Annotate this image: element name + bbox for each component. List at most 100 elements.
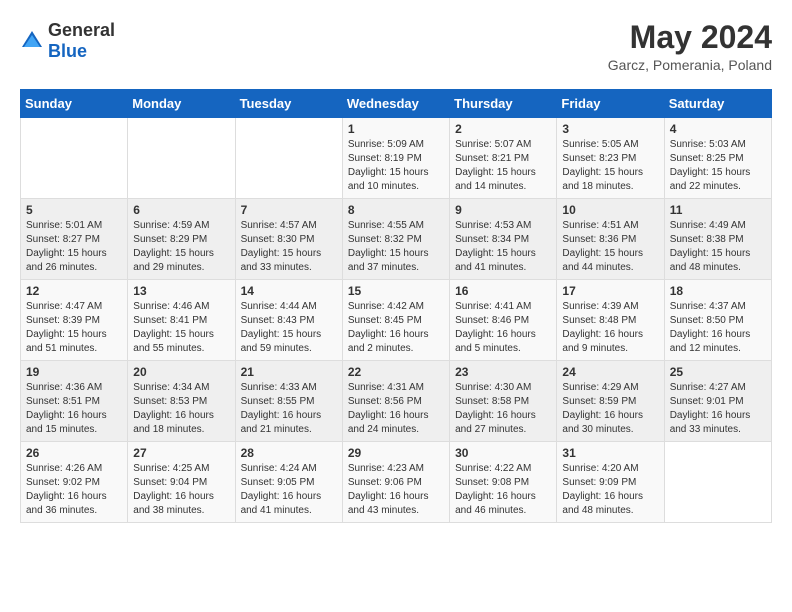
day-info: Sunrise: 5:01 AM Sunset: 8:27 PM Dayligh… (26, 219, 122, 275)
day-info: Sunrise: 4:59 AM Sunset: 8:29 PM Dayligh… (133, 219, 229, 275)
calendar-cell: 27 Sunrise: 4:25 AM Sunset: 9:04 PM Dayli… (128, 442, 235, 523)
calendar-cell: 24 Sunrise: 4:29 AM Sunset: 8:59 PM Dayli… (557, 361, 664, 442)
day-number: 24 (562, 365, 658, 379)
page-header: General Blue May 2024 Garcz, Pomerania, … (20, 20, 772, 73)
day-number: 31 (562, 446, 658, 460)
day-info: Sunrise: 5:05 AM Sunset: 8:23 PM Dayligh… (562, 138, 658, 194)
day-number: 27 (133, 446, 229, 460)
day-info: Sunrise: 4:47 AM Sunset: 8:39 PM Dayligh… (26, 300, 122, 356)
calendar-cell: 11Sunrise: 4:49 AM Sunset: 8:38 PM Dayli… (664, 199, 771, 280)
calendar-cell: 3 Sunrise: 5:05 AM Sunset: 8:23 PM Daylig… (557, 118, 664, 199)
day-number: 15 (348, 284, 444, 298)
day-of-week-header: Saturday (664, 90, 771, 118)
page-subtitle: Garcz, Pomerania, Poland (608, 57, 772, 73)
calendar-cell: 5 Sunrise: 5:01 AM Sunset: 8:27 PM Daylig… (21, 199, 128, 280)
day-info: Sunrise: 4:25 AM Sunset: 9:04 PM Dayligh… (133, 462, 229, 518)
day-info: Sunrise: 5:07 AM Sunset: 8:21 PM Dayligh… (455, 138, 551, 194)
logo-blue: Blue (48, 41, 87, 61)
day-info: Sunrise: 4:20 AM Sunset: 9:09 PM Dayligh… (562, 462, 658, 518)
day-of-week-header: Tuesday (235, 90, 342, 118)
day-number: 4 (670, 122, 766, 136)
day-info: Sunrise: 4:42 AM Sunset: 8:45 PM Dayligh… (348, 300, 444, 356)
day-info: Sunrise: 4:37 AM Sunset: 8:50 PM Dayligh… (670, 300, 766, 356)
calendar-cell: 31 Sunrise: 4:20 AM Sunset: 9:09 PM Dayli… (557, 442, 664, 523)
calendar-cell: 6 Sunrise: 4:59 AM Sunset: 8:29 PM Daylig… (128, 199, 235, 280)
calendar-cell: 30 Sunrise: 4:22 AM Sunset: 9:08 PM Dayli… (450, 442, 557, 523)
day-number: 22 (348, 365, 444, 379)
day-number: 5 (26, 203, 122, 217)
day-info: Sunrise: 4:53 AM Sunset: 8:34 PM Dayligh… (455, 219, 551, 275)
day-info: Sunrise: 4:22 AM Sunset: 9:08 PM Dayligh… (455, 462, 551, 518)
logo-general: General (48, 20, 115, 40)
day-number: 19 (26, 365, 122, 379)
day-number: 17 (562, 284, 658, 298)
day-info: Sunrise: 4:23 AM Sunset: 9:06 PM Dayligh… (348, 462, 444, 518)
calendar-week-row: 5 Sunrise: 5:01 AM Sunset: 8:27 PM Daylig… (21, 199, 772, 280)
calendar-cell: 23 Sunrise: 4:30 AM Sunset: 8:58 PM Dayli… (450, 361, 557, 442)
day-number: 14 (241, 284, 337, 298)
calendar-cell: 29 Sunrise: 4:23 AM Sunset: 9:06 PM Dayli… (342, 442, 449, 523)
day-number: 6 (133, 203, 229, 217)
calendar-cell: 22 Sunrise: 4:31 AM Sunset: 8:56 PM Dayli… (342, 361, 449, 442)
day-number: 26 (26, 446, 122, 460)
day-number: 25 (670, 365, 766, 379)
day-number: 3 (562, 122, 658, 136)
logo: General Blue (20, 20, 115, 62)
title-area: May 2024 Garcz, Pomerania, Poland (608, 20, 772, 73)
day-number: 28 (241, 446, 337, 460)
calendar-cell (235, 118, 342, 199)
day-info: Sunrise: 4:26 AM Sunset: 9:02 PM Dayligh… (26, 462, 122, 518)
calendar-cell: 8 Sunrise: 4:55 AM Sunset: 8:32 PM Daylig… (342, 199, 449, 280)
day-of-week-header: Sunday (21, 90, 128, 118)
day-info: Sunrise: 4:55 AM Sunset: 8:32 PM Dayligh… (348, 219, 444, 275)
day-number: 7 (241, 203, 337, 217)
day-info: Sunrise: 4:41 AM Sunset: 8:46 PM Dayligh… (455, 300, 551, 356)
calendar-cell: 2 Sunrise: 5:07 AM Sunset: 8:21 PM Daylig… (450, 118, 557, 199)
calendar-table: SundayMondayTuesdayWednesdayThursdayFrid… (20, 89, 772, 523)
day-of-week-header: Friday (557, 90, 664, 118)
calendar-cell: 4 Sunrise: 5:03 AM Sunset: 8:25 PM Daylig… (664, 118, 771, 199)
day-info: Sunrise: 4:51 AM Sunset: 8:36 PM Dayligh… (562, 219, 658, 275)
day-number: 2 (455, 122, 551, 136)
calendar-cell: 20Sunrise: 4:34 AM Sunset: 8:53 PM Dayli… (128, 361, 235, 442)
calendar-week-row: 26 Sunrise: 4:26 AM Sunset: 9:02 PM Dayli… (21, 442, 772, 523)
calendar-cell: 28Sunrise: 4:24 AM Sunset: 9:05 PM Dayli… (235, 442, 342, 523)
calendar-cell: 15 Sunrise: 4:42 AM Sunset: 8:45 PM Dayli… (342, 280, 449, 361)
day-of-week-header: Monday (128, 90, 235, 118)
day-info: Sunrise: 5:03 AM Sunset: 8:25 PM Dayligh… (670, 138, 766, 194)
day-number: 29 (348, 446, 444, 460)
day-info: Sunrise: 4:44 AM Sunset: 8:43 PM Dayligh… (241, 300, 337, 356)
logo-icon (20, 29, 44, 53)
calendar-cell: 21Sunrise: 4:33 AM Sunset: 8:55 PM Dayli… (235, 361, 342, 442)
day-info: Sunrise: 4:27 AM Sunset: 9:01 PM Dayligh… (670, 381, 766, 437)
calendar-week-row: 12Sunrise: 4:47 AM Sunset: 8:39 PM Dayli… (21, 280, 772, 361)
day-number: 1 (348, 122, 444, 136)
day-info: Sunrise: 4:31 AM Sunset: 8:56 PM Dayligh… (348, 381, 444, 437)
calendar-week-row: 1 Sunrise: 5:09 AM Sunset: 8:19 PM Daylig… (21, 118, 772, 199)
day-number: 10 (562, 203, 658, 217)
day-info: Sunrise: 4:57 AM Sunset: 8:30 PM Dayligh… (241, 219, 337, 275)
calendar-cell (664, 442, 771, 523)
day-info: Sunrise: 4:30 AM Sunset: 8:58 PM Dayligh… (455, 381, 551, 437)
day-number: 13 (133, 284, 229, 298)
day-info: Sunrise: 5:09 AM Sunset: 8:19 PM Dayligh… (348, 138, 444, 194)
calendar-cell: 18 Sunrise: 4:37 AM Sunset: 8:50 PM Dayli… (664, 280, 771, 361)
logo-text: General Blue (48, 20, 115, 62)
day-number: 21 (241, 365, 337, 379)
calendar-cell: 9Sunrise: 4:53 AM Sunset: 8:34 PM Daylig… (450, 199, 557, 280)
day-number: 8 (348, 203, 444, 217)
day-number: 30 (455, 446, 551, 460)
day-number: 18 (670, 284, 766, 298)
calendar-cell (128, 118, 235, 199)
day-info: Sunrise: 4:36 AM Sunset: 8:51 PM Dayligh… (26, 381, 122, 437)
calendar-cell: 25 Sunrise: 4:27 AM Sunset: 9:01 PM Dayli… (664, 361, 771, 442)
calendar-header-row: SundayMondayTuesdayWednesdayThursdayFrid… (21, 90, 772, 118)
day-number: 23 (455, 365, 551, 379)
day-info: Sunrise: 4:29 AM Sunset: 8:59 PM Dayligh… (562, 381, 658, 437)
calendar-cell: 14 Sunrise: 4:44 AM Sunset: 8:43 PM Dayli… (235, 280, 342, 361)
day-number: 20 (133, 365, 229, 379)
calendar-cell: 12Sunrise: 4:47 AM Sunset: 8:39 PM Dayli… (21, 280, 128, 361)
day-info: Sunrise: 4:49 AM Sunset: 8:38 PM Dayligh… (670, 219, 766, 275)
calendar-cell: 1 Sunrise: 5:09 AM Sunset: 8:19 PM Daylig… (342, 118, 449, 199)
day-info: Sunrise: 4:46 AM Sunset: 8:41 PM Dayligh… (133, 300, 229, 356)
